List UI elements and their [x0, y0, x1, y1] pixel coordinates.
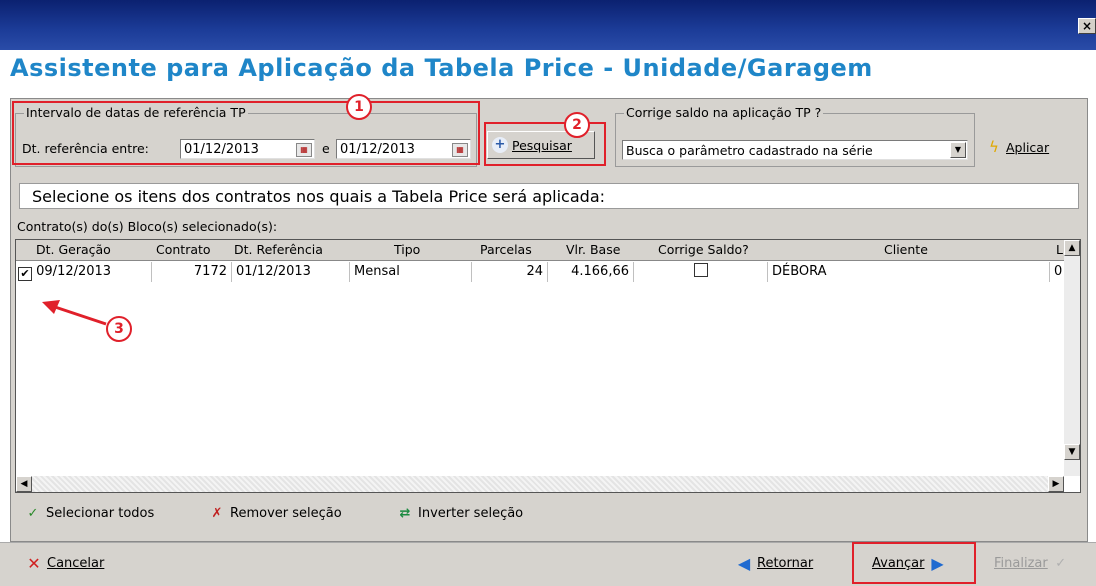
- remove-selection-label: Remover seleção: [230, 506, 342, 521]
- correction-group: Corrige saldo na aplicação TP ? Busca o …: [615, 105, 975, 167]
- scroll-up-icon[interactable]: ▲: [1064, 240, 1080, 256]
- invert-selection-button[interactable]: ⇄ Inverter seleção: [397, 503, 524, 525]
- lightning-icon: ϟ: [989, 138, 999, 156]
- remove-selection-icon: ✗: [211, 506, 223, 521]
- row-checkbox[interactable]: ✔: [18, 267, 32, 281]
- highlight-next-button: [852, 542, 976, 584]
- vertical-scrollbar[interactable]: ▲ ▼: [1064, 240, 1080, 476]
- grid-caption: Contrato(s) do(s) Bloco(s) selecionado(s…: [17, 219, 278, 234]
- correction-select-value: Busca o parâmetro cadastrado na série: [626, 143, 873, 158]
- corrige-saldo-checkbox[interactable]: [693, 263, 708, 277]
- col-corrige-saldo[interactable]: Corrige Saldo?: [658, 240, 749, 260]
- annotation-marker: 1: [346, 94, 372, 120]
- invert-selection-icon: ⇄: [399, 506, 411, 521]
- horizontal-scrollbar[interactable]: ◀ ▶: [16, 476, 1064, 492]
- apply-button-label: Aplicar: [1006, 139, 1050, 155]
- scroll-right-icon[interactable]: ▶: [1048, 476, 1064, 492]
- select-all-label: Selecionar todos: [46, 506, 155, 521]
- cell-parcelas: 24: [472, 262, 548, 282]
- col-tipo[interactable]: Tipo: [394, 240, 420, 260]
- correction-title: Corrige saldo na aplicação TP ?: [624, 105, 824, 120]
- select-all-button[interactable]: ✓ Selecionar todos: [25, 503, 155, 525]
- back-button[interactable]: ◀ Retornar: [736, 553, 813, 575]
- cell-contrato: 7172: [152, 262, 232, 282]
- page-title: Assistente para Aplicação da Tabela Pric…: [10, 54, 873, 82]
- cell-vlr-base: 4.166,66: [548, 262, 634, 282]
- back-label: Retornar: [757, 556, 814, 571]
- arrow-left-icon: ◀: [737, 554, 751, 573]
- invert-selection-label: Inverter seleção: [418, 506, 524, 521]
- cancel-button[interactable]: ✕ Cancelar: [26, 553, 104, 575]
- check-icon: ✓: [1055, 556, 1067, 571]
- col-dt-geracao[interactable]: Dt. Geração: [36, 240, 111, 260]
- cell-corrige-saldo: [634, 262, 768, 282]
- chevron-down-icon[interactable]: ▼: [950, 142, 966, 158]
- annotation-marker: 2: [564, 112, 590, 138]
- cell-dt-referencia: 01/12/2013: [232, 262, 350, 282]
- finish-label: Finalizar: [994, 556, 1048, 571]
- contracts-grid[interactable]: Dt. Geração Contrato Dt. Referência Tipo…: [15, 239, 1081, 493]
- col-l[interactable]: L: [1056, 240, 1063, 260]
- col-dt-referencia[interactable]: Dt. Referência: [234, 240, 323, 260]
- window-titlebar: ×: [0, 0, 1096, 50]
- cell-l: 0: [1054, 264, 1063, 279]
- col-parcelas[interactable]: Parcelas: [480, 240, 532, 260]
- close-button[interactable]: ×: [1078, 18, 1096, 34]
- scroll-down-icon[interactable]: ▼: [1064, 444, 1080, 460]
- cell-dt-geracao: 09/12/2013: [36, 264, 112, 279]
- remove-selection-button[interactable]: ✗ Remover seleção: [209, 503, 342, 525]
- col-cliente[interactable]: Cliente: [884, 240, 928, 260]
- col-vlr-base[interactable]: Vlr. Base: [566, 240, 620, 260]
- row-checkbox-cell[interactable]: ✔ 09/12/2013: [16, 262, 152, 282]
- apply-button[interactable]: ϟ Aplicar: [981, 135, 1077, 159]
- grid-header: Dt. Geração Contrato Dt. Referência Tipo…: [16, 240, 1064, 261]
- highlight-date-interval: [12, 101, 480, 165]
- col-contrato[interactable]: Contrato: [156, 240, 211, 260]
- scroll-left-icon[interactable]: ◀: [16, 476, 32, 492]
- close-icon: ✕: [27, 554, 41, 573]
- select-all-icon: ✓: [27, 506, 39, 521]
- cancel-label: Cancelar: [47, 556, 105, 571]
- instruction-text: Selecione os itens dos contratos nos qua…: [19, 183, 1079, 209]
- correction-select[interactable]: Busca o parâmetro cadastrado na série ▼: [622, 140, 968, 160]
- finish-button: Finalizar ✓: [994, 553, 1069, 575]
- cell-tipo: Mensal: [350, 262, 472, 282]
- annotation-marker: 3: [106, 316, 132, 342]
- cell-cliente: DÉBORA: [768, 262, 1050, 282]
